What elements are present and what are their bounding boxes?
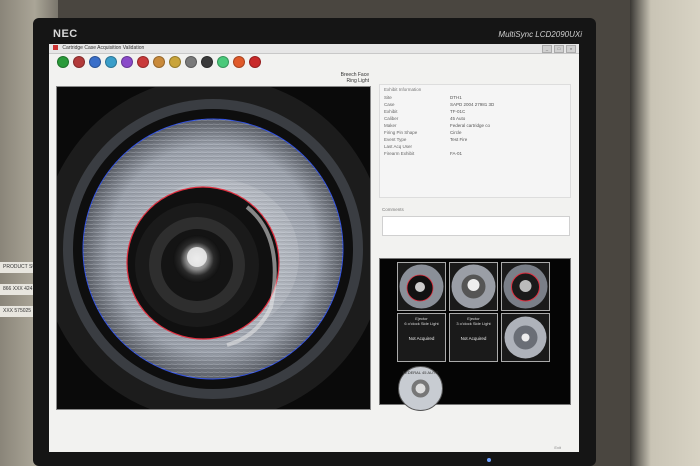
window-title: Cartridge Case Acquisition Validation [62,45,145,51]
thumb-image [451,264,496,309]
not-acquired-text: Not Acquired [408,336,435,341]
info-value: Circle [450,130,462,135]
info-key: Last Acq User [384,144,413,149]
info-key: Maker [384,123,397,128]
info-value: FA-01 [450,151,463,156]
image-mode-line2: Ring Light [346,78,369,84]
close-button[interactable]: × [566,45,576,53]
exhibit-info-panel: Exhibit Information Site DTH1 Case SAPD 200… [379,84,571,198]
thumb-breech-side-light[interactable] [501,262,550,311]
ring-icon[interactable] [201,56,213,68]
info-value: Test Fire [450,137,468,142]
thumb-ejector-6oclock[interactable]: Ejector 6 o'clock Side Light Not Acquire… [397,313,446,362]
accept-icon[interactable] [57,56,69,68]
info-key: Exhibit [384,109,398,114]
thumb-ejector-3oclock[interactable]: Ejector 3 o'clock Side Light Not Acquire… [449,313,498,362]
info-value: SAPD 2004 27981 3D [450,102,495,107]
monitor-brand: NEC [53,28,78,40]
not-acquired-text: Not Acquired [460,336,487,341]
thumb-firing-pin[interactable] [449,262,498,311]
star-icon[interactable] [233,56,245,68]
info-key: Firearm Exhibit [384,151,415,156]
wall-sticker-3: XXX 575025 [0,306,35,317]
power-led-icon[interactable] [487,458,491,462]
maximize-button[interactable]: □ [554,45,564,53]
minimize-button[interactable]: _ [542,45,552,53]
info-key: Case [384,102,395,107]
thumb-subcaption: 6 o'clock Side Light [404,321,439,326]
info-value: Federal cartridge co [450,123,491,128]
window-titlebar: Cartridge Case Acquisition Validation _ … [49,44,579,54]
comments-field[interactable] [382,216,570,236]
app-icon [53,45,58,51]
info-row: Exhibit TF-01C [380,108,570,115]
thumb-image [503,264,548,309]
cartridge-case-image [57,87,370,409]
thumb-breech-ring-light[interactable] [397,262,446,311]
monitor-bezel: NEC MultiSync LCD2090UXi Cartridge Case … [33,18,596,466]
stop-icon[interactable] [249,56,261,68]
thumb-image [399,264,444,309]
refresh-icon[interactable] [105,56,117,68]
info-row: Site DTH1 [380,94,570,101]
info-key: Firing Pin Shape [384,130,418,135]
thumbnail-grid: Ejector 6 o'clock Side Light Not Acquire… [379,258,571,411]
background-wall-right [630,0,700,466]
comments-label: Comments [382,207,404,212]
reject-icon[interactable] [73,56,85,68]
info-row: Caliber 45 Auto [380,115,570,122]
flag-icon[interactable] [137,56,149,68]
tool-icon[interactable] [185,56,197,68]
info-value: 45 Auto [450,116,466,121]
info-row: Firearm Exhibit FA-01 [380,150,570,157]
image-mode-label: Breech Face Ring Light [341,72,369,84]
info-row: Last Acq User [380,143,570,150]
thumb-image [504,316,547,359]
app-screen: Cartridge Case Acquisition Validation _ … [49,44,579,452]
thumb-primer-closeup[interactable] [501,313,550,362]
info-row: Event Type Test Fire [380,136,570,143]
info-key: Caliber [384,116,399,121]
status-footer: Exit [554,445,561,450]
info-key: Event Type [384,137,407,142]
monitor-model: MultiSync LCD2090UXi [498,30,582,39]
thumb-headstamp[interactable]: FEDERAL 45 AUTO [397,365,444,412]
info-row: Maker Federal cartridge co [380,122,570,129]
toolbar [49,54,579,70]
exhibit-info-header: Exhibit Information [384,87,422,92]
settings-icon[interactable] [121,56,133,68]
palette-icon[interactable] [217,56,229,68]
info-row: Firing Pin Shape Circle [380,129,570,136]
headstamp-image: FEDERAL 45 AUTO [398,366,443,411]
headstamp-text: FEDERAL 45 AUTO [403,370,439,375]
undo-icon[interactable] [153,56,165,68]
info-key: Site [384,95,392,100]
breech-face-image[interactable] [56,86,371,410]
info-value: TF-01C [450,109,466,114]
info-row: Case SAPD 2004 27981 3D [380,101,570,108]
info-icon[interactable] [89,56,101,68]
zoom-icon[interactable] [169,56,181,68]
info-value: DTH1 [450,95,462,100]
thumb-subcaption: 3 o'clock Side Light [456,321,491,326]
